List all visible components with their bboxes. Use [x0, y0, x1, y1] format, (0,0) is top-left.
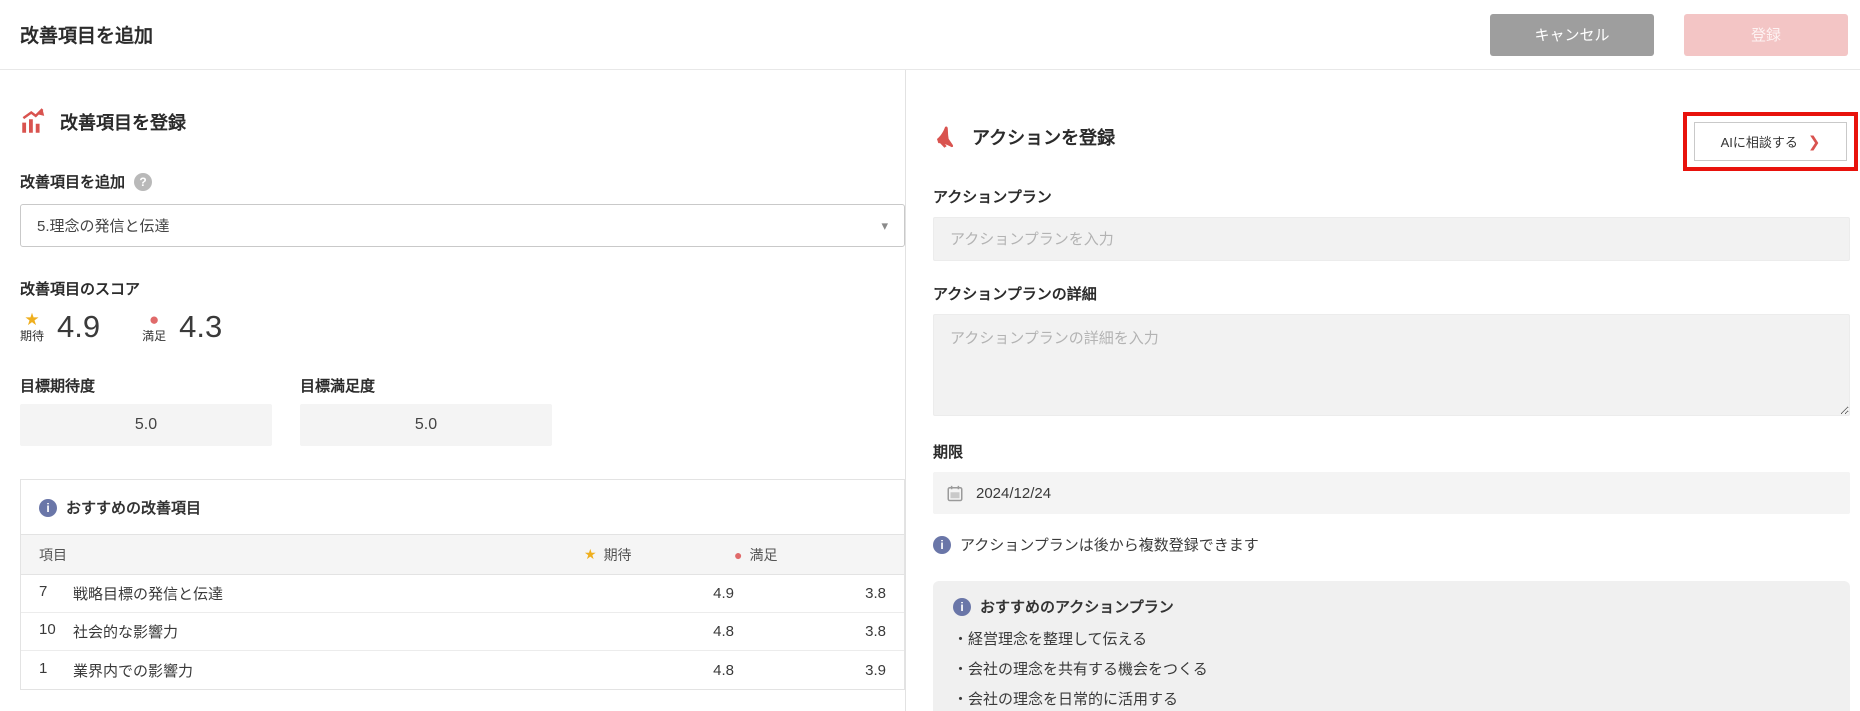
- col-header-satisfy: ● 満足: [734, 545, 886, 565]
- submit-button[interactable]: 登録: [1684, 13, 1848, 56]
- recommend-action-title-row: i おすすめのアクションプラン: [953, 596, 1830, 617]
- goal-row: 目標期待度 目標満足度: [20, 375, 905, 446]
- row-expect-value: 4.8: [713, 623, 734, 640]
- row-item-name: 社会的な影響力: [73, 624, 179, 641]
- goal-satisfy-block: 目標満足度: [300, 375, 552, 446]
- col-header-expect: ★ 期待: [584, 545, 734, 565]
- main-content: 改善項目を登録 改善項目を追加 ? 5.理念の発信と伝達 ▾ 改善項目のスコア …: [0, 70, 1860, 711]
- info-icon: i: [933, 535, 951, 554]
- row-satisfy-value: 3.8: [865, 585, 886, 602]
- row-expect-value: 4.9: [713, 585, 734, 602]
- satisfy-caption: 満足: [142, 328, 167, 343]
- help-icon[interactable]: ?: [134, 172, 153, 191]
- star-icon: ★: [584, 546, 597, 562]
- item-select-label: 改善項目を追加: [20, 174, 126, 191]
- improvement-item-selected-value: 5.理念の発信と伝達: [37, 218, 170, 235]
- goal-expect-input[interactable]: [20, 404, 272, 446]
- col-header-expect-label: 期待: [603, 546, 632, 563]
- recommend-items-table: i おすすめの改善項目 項目 ★ 期待 ● 満足 7 戦略目標の発信と伝達 4.…: [20, 479, 905, 690]
- recommend-action-title: おすすめのアクションプラン: [980, 599, 1174, 616]
- satisfy-score-value: 4.3: [179, 309, 223, 344]
- row-item-name: 戦略目標の発信と伝達: [73, 586, 224, 603]
- table-row[interactable]: 10 社会的な影響力 4.8 3.8: [21, 613, 904, 651]
- improvement-section-header: 改善項目を登録: [20, 108, 905, 135]
- action-section-title: アクションを登録: [972, 128, 1116, 148]
- recommend-items-title-row: i おすすめの改善項目: [21, 480, 904, 534]
- annotation-highlight: AIに相談する ❯: [1683, 112, 1858, 171]
- expect-caption: 期待: [20, 328, 45, 343]
- satisfy-badge: ● 満足: [142, 310, 167, 343]
- improvement-section: 改善項目を登録 改善項目を追加 ? 5.理念の発信と伝達 ▾ 改善項目のスコア …: [0, 70, 905, 711]
- ask-ai-label: AIに相談する: [1720, 135, 1798, 150]
- improvement-item-select[interactable]: 5.理念の発信と伝達 ▾: [20, 204, 905, 247]
- improvement-section-title: 改善項目を登録: [60, 112, 186, 133]
- score-label: 改善項目のスコア: [20, 281, 141, 298]
- info-icon: i: [39, 498, 57, 517]
- action-plan-input[interactable]: [933, 217, 1850, 261]
- row-item-name: 業界内での影響力: [73, 662, 194, 680]
- table-row[interactable]: 7 戦略目標の発信と伝達 4.9 3.8: [21, 575, 904, 613]
- dot-icon: ●: [734, 546, 743, 563]
- chevron-right-icon: ❯: [1807, 133, 1821, 151]
- table-row[interactable]: 1 業界内での影響力 4.8 3.9: [21, 651, 904, 689]
- ask-ai-button[interactable]: AIに相談する ❯: [1694, 122, 1847, 161]
- recommend-action-item: ・会社の理念を日常的に活用する: [953, 691, 1179, 708]
- row-number: 7: [39, 583, 48, 600]
- goal-expect-label: 目標期待度: [20, 378, 96, 395]
- chart-icon: [20, 108, 47, 135]
- recommend-action-item: ・会社の理念を共有する機会をつくる: [953, 661, 1208, 678]
- row-number: 1: [39, 659, 48, 677]
- calendar-icon: [946, 484, 964, 502]
- recommend-action-item: ・経営理念を整理して伝える: [953, 631, 1148, 648]
- note-text: アクションプランは後から複数登録できます: [960, 537, 1259, 554]
- row-expect-value: 4.8: [713, 661, 734, 679]
- deadline-date-field[interactable]: 2024/12/24: [933, 472, 1850, 514]
- megaphone-icon: [933, 124, 959, 150]
- info-icon: i: [953, 597, 971, 616]
- header-actions: キャンセル 登録: [1490, 13, 1848, 56]
- expect-badge: ★ 期待: [20, 310, 45, 343]
- goal-satisfy-label: 目標満足度: [300, 378, 376, 395]
- recommend-items-title: おすすめの改善項目: [66, 500, 202, 517]
- action-plan-detail-textarea[interactable]: [933, 314, 1850, 416]
- action-plan-detail-label: アクションプランの詳細: [933, 286, 1097, 303]
- chevron-down-icon: ▾: [881, 217, 888, 233]
- page-header: 改善項目を追加 キャンセル 登録: [0, 0, 1860, 70]
- deadline-value: 2024/12/24: [976, 484, 1052, 502]
- score-row: ★ 期待 4.9 ● 満足 4.3: [20, 309, 905, 345]
- action-plan-label: アクションプラン: [933, 189, 1052, 206]
- deadline-label: 期限: [933, 444, 964, 461]
- goal-satisfy-input[interactable]: [300, 404, 552, 446]
- row-number: 10: [39, 621, 56, 638]
- expect-score-value: 4.9: [57, 309, 101, 344]
- star-icon: ★: [24, 310, 40, 330]
- table-header-row: 項目 ★ 期待 ● 満足: [21, 534, 904, 575]
- page-title: 改善項目を追加: [20, 26, 154, 47]
- action-section: アクションを登録 AIに相談する ❯ アクションプラン アクションプランの詳細 …: [905, 70, 1860, 711]
- row-satisfy-value: 3.8: [865, 623, 886, 640]
- cancel-button[interactable]: キャンセル: [1490, 13, 1654, 56]
- col-header-satisfy-label: 満足: [749, 546, 778, 563]
- note-row: i アクションプランは後から複数登録できます: [933, 534, 1850, 555]
- goal-expect-block: 目標期待度: [20, 375, 272, 446]
- col-header-item: 項目: [39, 546, 67, 563]
- recommend-action-box: i おすすめのアクションプラン ・経営理念を整理して伝える ・会社の理念を共有す…: [933, 581, 1850, 711]
- row-satisfy-value: 3.9: [865, 661, 886, 679]
- dot-icon: ●: [148, 310, 160, 330]
